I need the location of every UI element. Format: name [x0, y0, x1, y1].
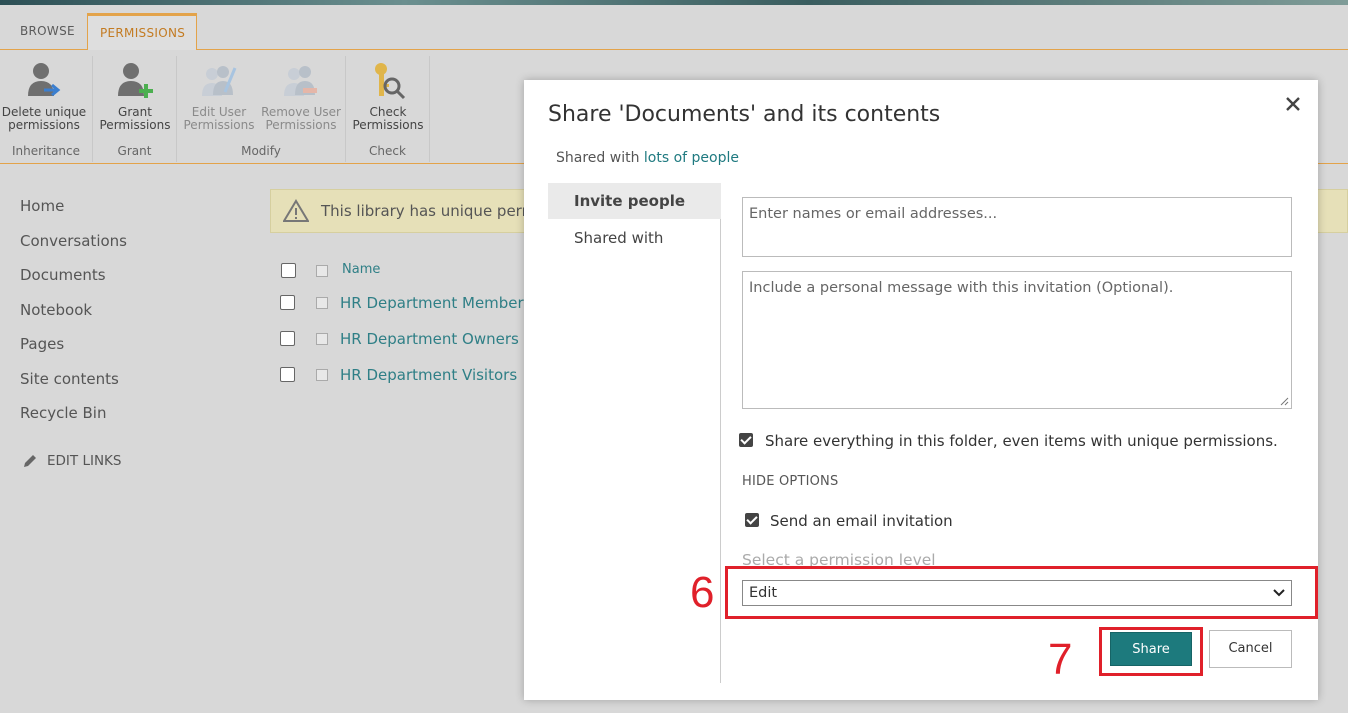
ribbon-group-modify: Edit User Permissions Remove User Permis… — [177, 56, 346, 162]
edit-user-permissions-button[interactable]: Edit User Permissions — [181, 60, 257, 132]
lots-of-people-link[interactable]: lots of people — [644, 150, 739, 166]
hide-options-link[interactable]: HIDE OPTIONS — [742, 474, 838, 489]
list-item: HR Department Visitors — [280, 366, 540, 386]
nav-item-conversations[interactable]: Conversations — [20, 231, 127, 266]
button-label-line1: Grant — [118, 105, 152, 119]
nav-item-recycle-bin[interactable]: Recycle Bin — [20, 403, 127, 438]
shared-with-summary: Shared with lots of people — [556, 150, 739, 166]
item-checkbox[interactable] — [316, 333, 328, 345]
select-all-checkbox[interactable] — [281, 263, 296, 278]
row-checkbox[interactable] — [280, 331, 295, 346]
button-label-line1: Delete unique — [1, 105, 87, 119]
edit-links-label: EDIT LINKS — [47, 453, 122, 469]
header-item-checkbox[interactable] — [316, 265, 328, 277]
nav-item-notebook[interactable]: Notebook — [20, 300, 127, 335]
dialog-title: Share 'Documents' and its contents — [548, 102, 941, 127]
warning-icon — [283, 199, 309, 222]
grant-permissions-icon — [118, 63, 153, 98]
send-email-checkbox[interactable] — [745, 513, 759, 527]
row-checkbox[interactable] — [280, 367, 295, 382]
callout-number-6: 6 — [690, 568, 715, 617]
check-permissions-button[interactable]: Check Permissions — [348, 60, 428, 132]
personal-message-input[interactable]: Include a personal message with this inv… — [742, 271, 1292, 409]
button-label-line1: Edit User — [191, 105, 247, 119]
button-label-line2: Permissions — [352, 118, 424, 132]
resize-grip-icon[interactable] — [1279, 396, 1289, 406]
grant-permissions-button[interactable]: Grant Permissions — [95, 60, 175, 132]
pencil-icon — [24, 455, 36, 467]
group-label-check: Check — [369, 144, 406, 158]
group-link-visitors[interactable]: HR Department Visitors — [340, 366, 517, 384]
button-label-line2: Permissions — [183, 118, 255, 132]
group-link-owners[interactable]: HR Department Owners — [340, 330, 519, 348]
callout-box-share — [1099, 627, 1203, 676]
list-item: HR Department Members — [280, 294, 540, 314]
group-label-modify: Modify — [241, 144, 281, 158]
remove-user-permissions-icon — [284, 66, 317, 96]
button-label-line1: Check — [369, 105, 407, 119]
tab-browse[interactable]: BROWSE — [8, 13, 87, 50]
nav-item-documents[interactable]: Documents — [20, 265, 127, 300]
group-label-grant: Grant — [117, 144, 152, 158]
names-input[interactable]: Enter names or email addresses... — [742, 197, 1292, 257]
ribbon-group-check: Check Permissions Check — [346, 56, 430, 162]
shared-with-prefix: Shared with — [556, 150, 644, 166]
nav-item-home[interactable]: Home — [20, 196, 127, 231]
list-header-row: Name — [280, 262, 540, 282]
ribbon-group-grant: Grant Permissions Grant — [93, 56, 177, 162]
nav-item-site-contents[interactable]: Site contents — [20, 369, 127, 404]
nav-item-pages[interactable]: Pages — [20, 334, 127, 369]
close-icon[interactable] — [1282, 94, 1304, 116]
share-everything-checkbox[interactable] — [739, 433, 753, 447]
cancel-button[interactable]: Cancel — [1209, 630, 1292, 668]
callout-box-permission — [725, 566, 1318, 619]
group-label-inheritance: Inheritance — [11, 144, 81, 158]
edit-links-link[interactable]: EDIT LINKS — [22, 453, 121, 469]
list-item: HR Department Owners — [280, 330, 540, 350]
tab-permissions[interactable]: PERMISSIONS — [87, 13, 197, 50]
column-header-name[interactable]: Name — [342, 262, 380, 277]
row-checkbox[interactable] — [280, 295, 295, 310]
edit-user-permissions-icon — [202, 66, 237, 96]
item-checkbox[interactable] — [316, 297, 328, 309]
ribbon-group-inheritance: Delete unique permissions Inheritance — [0, 56, 93, 162]
callout-number-7: 7 — [1048, 635, 1073, 684]
item-checkbox[interactable] — [316, 369, 328, 381]
button-label-line1: Remove User — [261, 105, 341, 119]
side-tab-invite-people[interactable]: Invite people — [548, 183, 721, 219]
remove-user-permissions-button[interactable]: Remove User Permissions — [259, 60, 343, 132]
button-label-line2: permissions — [8, 118, 80, 132]
delete-unique-permissions-button[interactable]: Delete unique permissions — [0, 60, 88, 132]
button-label-line2: Permissions — [99, 118, 171, 132]
ribbon-tabs: BROWSE PERMISSIONS — [0, 5, 1348, 50]
left-nav: Home Conversations Documents Notebook Pa… — [20, 196, 127, 438]
message-placeholder: Include a personal message with this inv… — [749, 280, 1174, 296]
group-link-members[interactable]: HR Department Members — [340, 294, 532, 312]
check-permissions-icon — [375, 63, 406, 100]
button-label-line2: Permissions — [265, 118, 337, 132]
delete-permissions-icon — [28, 63, 61, 97]
send-email-label: Send an email invitation — [770, 512, 953, 530]
share-everything-label: Share everything in this folder, even it… — [765, 432, 1278, 450]
warning-text: This library has unique perm — [321, 202, 537, 220]
side-tab-shared-with[interactable]: Shared with — [548, 220, 721, 256]
